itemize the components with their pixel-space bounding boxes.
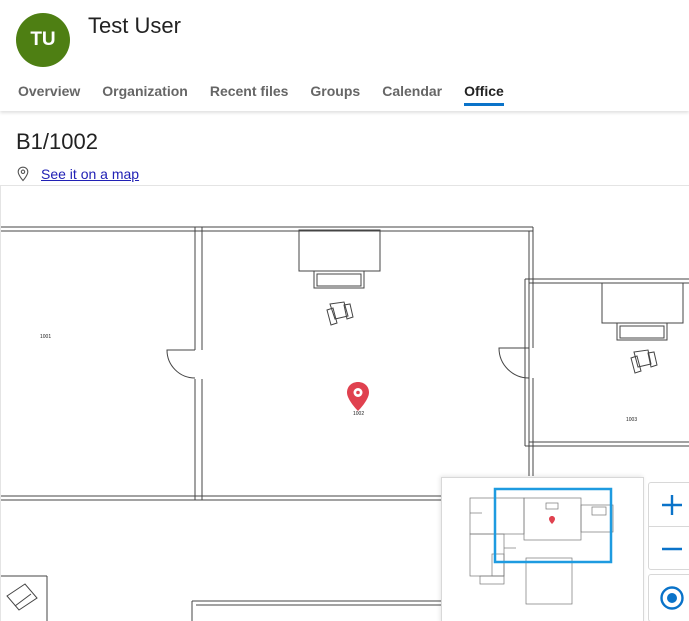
plus-icon xyxy=(662,494,682,515)
profile-header: TU Test User Overview Organization Recen… xyxy=(0,0,689,111)
room-title: B1/1002 xyxy=(16,129,98,154)
tab-overview[interactable]: Overview xyxy=(18,83,80,106)
room-label-1001: 1001 xyxy=(40,334,51,340)
minus-icon xyxy=(662,547,682,550)
location-marker-icon[interactable] xyxy=(347,382,369,411)
room-label-1002: 1002 xyxy=(353,411,364,417)
tab-office[interactable]: Office xyxy=(464,83,504,106)
minimap-viewport[interactable] xyxy=(493,487,613,564)
zoom-out-button[interactable] xyxy=(649,526,689,570)
tab-groups[interactable]: Groups xyxy=(310,83,360,106)
locate-target-icon xyxy=(660,586,684,610)
user-name: Test User xyxy=(88,13,181,38)
tab-calendar[interactable]: Calendar xyxy=(382,83,442,106)
floor-plan-map[interactable]: 1001 1002 1003 xyxy=(0,185,689,621)
zoom-controls xyxy=(648,482,689,570)
tab-bar: Overview Organization Recent files Group… xyxy=(18,83,526,106)
zoom-in-button[interactable] xyxy=(649,483,689,526)
tab-organization[interactable]: Organization xyxy=(102,83,188,106)
tab-recent-files[interactable]: Recent files xyxy=(210,83,289,106)
location-pin-icon xyxy=(17,166,29,182)
locate-button[interactable] xyxy=(648,574,689,621)
room-label-1003: 1003 xyxy=(626,417,637,423)
see-on-map-link[interactable]: See it on a map xyxy=(41,166,139,182)
map-link-row: See it on a map xyxy=(16,166,139,182)
minimap[interactable] xyxy=(441,477,644,621)
avatar: TU xyxy=(16,13,70,67)
avatar-initials: TU xyxy=(30,29,56,50)
